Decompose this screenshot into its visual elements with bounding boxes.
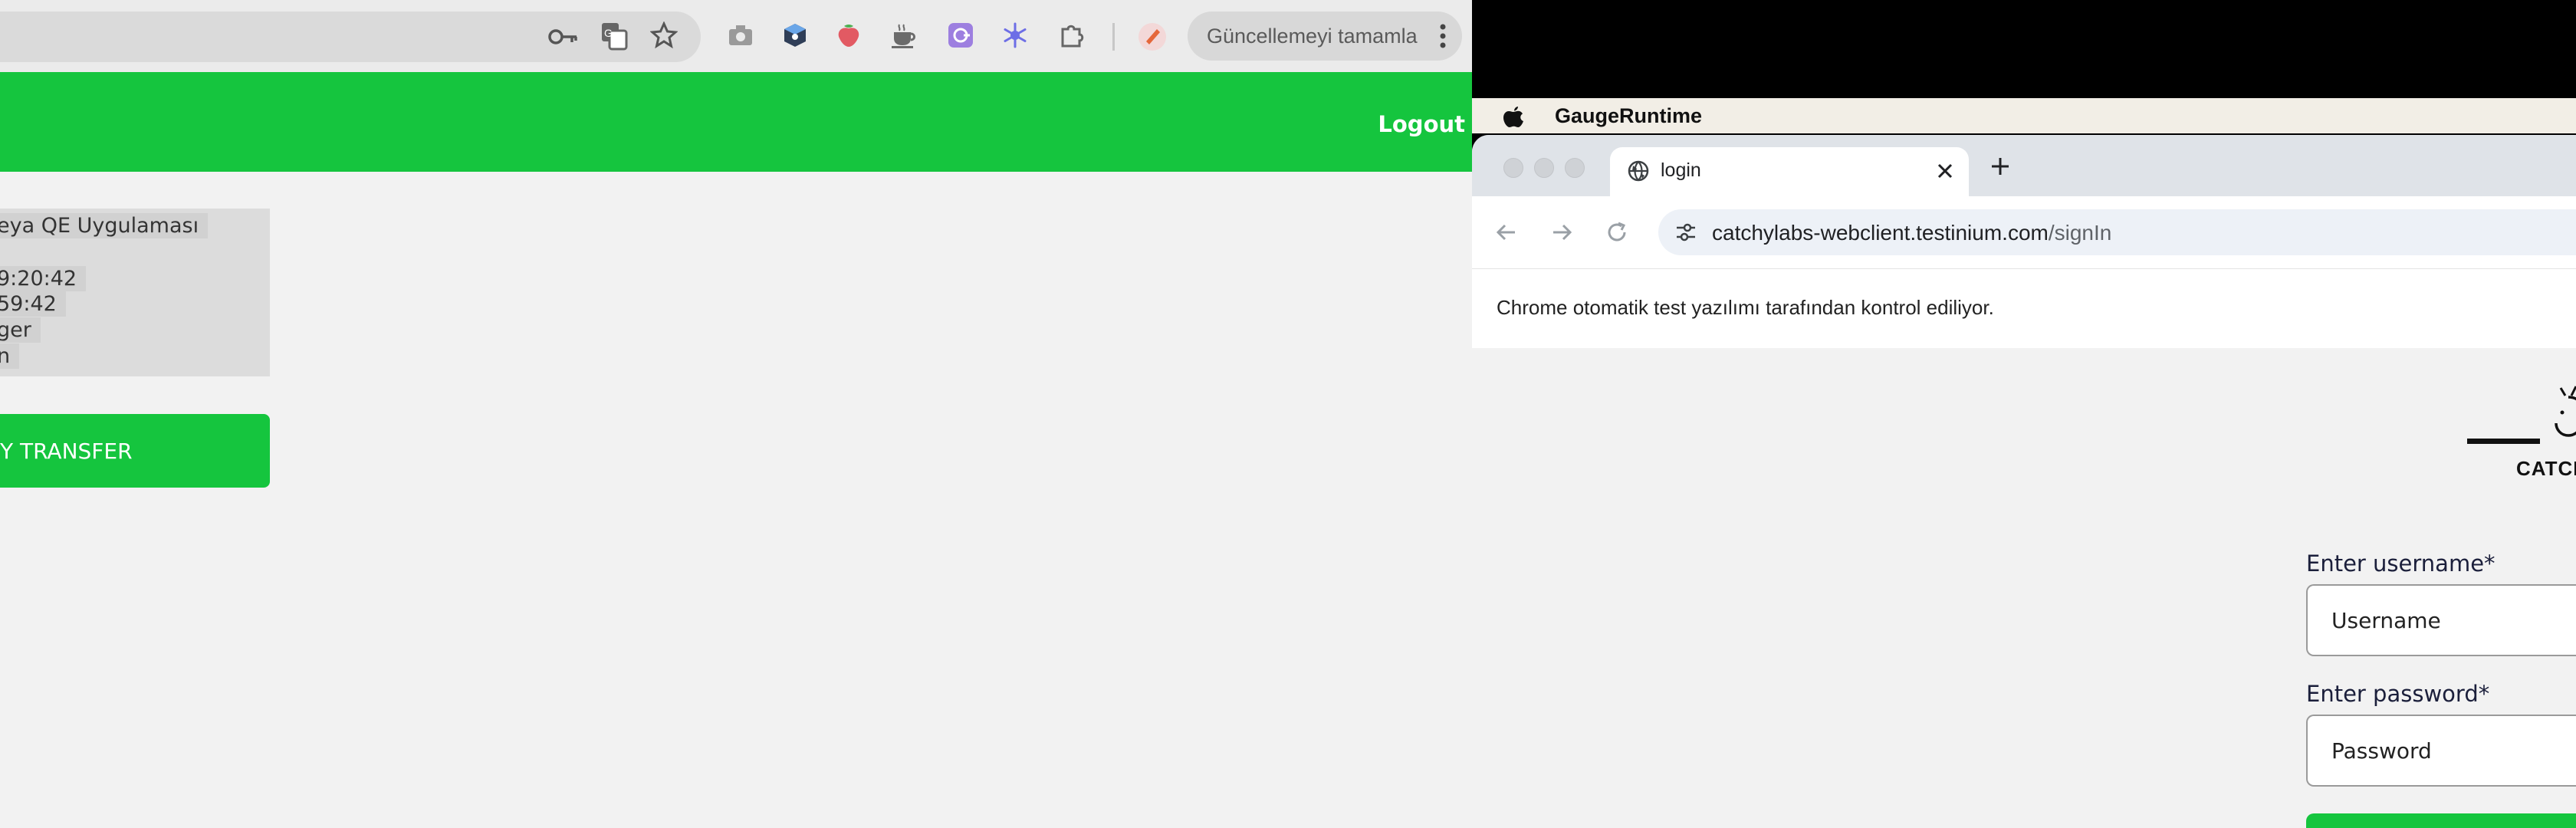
back-arrow-icon[interactable] — [1495, 221, 1518, 244]
username-input[interactable] — [2308, 586, 2576, 655]
window-close-button[interactable] — [1503, 158, 1523, 178]
coffee-extension-icon[interactable] — [889, 21, 918, 49]
tab-strip: login — [1472, 135, 2576, 196]
profile-avatar[interactable] — [1137, 21, 1168, 52]
password-label: Enter password* — [2306, 681, 2490, 707]
username-field-box — [2306, 584, 2576, 656]
money-transfer-button[interactable]: Y TRANSFER — [0, 414, 270, 488]
login-button[interactable] — [2306, 813, 2576, 828]
info-line: ger — [0, 317, 41, 343]
toolbar-separator — [1112, 23, 1115, 51]
automation-infobar: Chrome otomatik test yazılımı tarafından… — [1472, 268, 2576, 348]
app-header-bar — [0, 72, 1472, 172]
logo-line — [2467, 439, 2540, 444]
info-line: 9:20:42 — [0, 266, 87, 291]
tab-title: login — [1661, 159, 1701, 181]
money-transfer-label: Y TRANSFER — [0, 438, 133, 464]
url-host: catchylabs-webclient.testinium.com — [1712, 221, 2049, 245]
window-zoom-button[interactable] — [1565, 158, 1585, 178]
update-chrome-button[interactable]: Güncellemeyi tamamla — [1188, 12, 1462, 61]
macos-menubar: GaugeRuntime — [1472, 98, 2576, 133]
browser-toolbar: catchylabs-webclient.testinium.com/signI… — [1472, 196, 2576, 268]
automation-notice: Chrome otomatik test yazılımı tarafından… — [1497, 296, 1994, 319]
new-tab-icon[interactable] — [1990, 156, 2011, 177]
chrome-window: login catchylabs-webclient.testinium.com… — [1472, 135, 2576, 828]
translate-icon[interactable]: G — [600, 21, 628, 51]
purple-extension-icon[interactable] — [947, 21, 974, 49]
strawberry-extension-icon[interactable] — [835, 21, 863, 49]
account-info-panel: eya QE Uygulaması 9:20:42 59:42 ger n — [0, 209, 270, 376]
password-input[interactable] — [2308, 716, 2576, 785]
puzzle-extensions-icon[interactable] — [1058, 21, 1086, 49]
forward-arrow-icon[interactable] — [1550, 221, 1573, 244]
address-bar[interactable] — [0, 12, 701, 62]
svg-text:G: G — [604, 27, 613, 39]
url-text[interactable]: catchylabs-webclient.testinium.com/signI… — [1712, 221, 2111, 245]
update-button-label: Güncellemeyi tamamla — [1207, 24, 1418, 48]
tab-login[interactable]: login — [1610, 147, 1969, 196]
key-icon[interactable] — [547, 23, 580, 51]
logout-link[interactable]: Logout — [1378, 111, 1465, 137]
url-path: /signIn — [2048, 221, 2112, 245]
globe-icon — [1627, 159, 1650, 182]
username-label: Enter username* — [2306, 550, 2496, 577]
reload-icon[interactable] — [1605, 221, 1628, 244]
site-settings-icon[interactable] — [1674, 220, 1698, 245]
camera-icon[interactable] — [728, 23, 754, 48]
cube-extension-icon[interactable] — [781, 21, 809, 49]
info-line: 59:42 — [0, 291, 66, 317]
more-menu-icon[interactable] — [1439, 22, 1447, 50]
logo-text: CATCH — [2516, 457, 2576, 480]
right-screen: GaugeRuntime login catchylabs-webclient.… — [1472, 0, 2576, 828]
omnibox[interactable]: catchylabs-webclient.testinium.com/signI… — [1658, 209, 2576, 255]
left-browser-window: G Güncellemeyi tamamla Logout eya QE Uyg… — [0, 0, 1472, 828]
catchylabs-logo-icon — [2545, 385, 2576, 442]
active-app-name[interactable]: GaugeRuntime — [1555, 98, 1702, 133]
apple-logo-icon[interactable] — [1503, 104, 1524, 128]
window-minimize-button[interactable] — [1534, 158, 1554, 178]
password-field-box — [2306, 715, 2576, 787]
info-line: eya QE Uygulaması — [0, 213, 209, 238]
bookmark-star-icon[interactable] — [650, 21, 678, 49]
info-line: n — [0, 343, 20, 369]
tab-close-icon[interactable] — [1936, 162, 1954, 180]
snowflake-extension-icon[interactable] — [1001, 21, 1029, 49]
